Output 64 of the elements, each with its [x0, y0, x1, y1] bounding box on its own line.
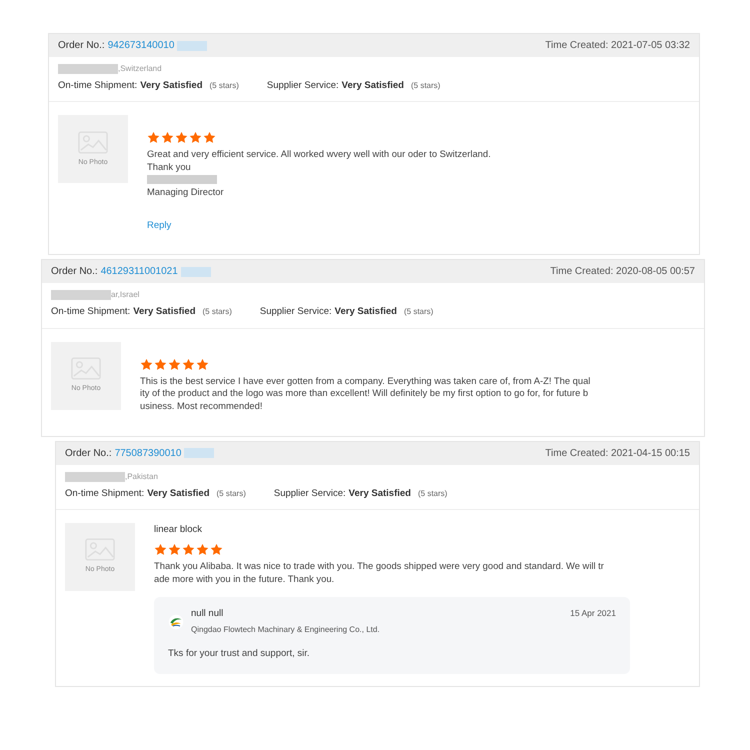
- redaction-mark: [147, 175, 217, 184]
- rating-label: Supplier Service:: [260, 305, 332, 320]
- supplier-name: null null: [191, 607, 224, 621]
- time-created: Time Created: 2021-07-05 03:32: [545, 39, 690, 53]
- reply-date: 15 Apr 2021: [570, 607, 616, 620]
- redaction-mark: [51, 290, 111, 300]
- order-label: Order No.:: [51, 265, 98, 280]
- buyer-location: ,Switzerland: [118, 63, 162, 75]
- star-icon: [196, 358, 209, 370]
- redaction-mark: [58, 64, 118, 74]
- company-name: Qingdao Flowtech Machinary & Engineering Co., Ltd.: [191, 624, 380, 636]
- star-icon: [175, 131, 188, 144]
- time-created: Time Created: 2020-08-05 00:57: [550, 265, 695, 280]
- star-count: (5 stars): [216, 488, 246, 500]
- star-icon: [154, 543, 167, 556]
- redaction-mark: [184, 448, 214, 458]
- star-icon: [147, 131, 160, 144]
- rating-value: Very Satisfied: [342, 79, 404, 93]
- star-icon: [189, 131, 202, 144]
- star-icon: [182, 543, 195, 556]
- reply-link[interactable]: Reply: [147, 218, 599, 233]
- order-number-link[interactable]: 775087390010: [114, 446, 182, 460]
- redaction-mark: [65, 472, 125, 482]
- company-logo-icon: [168, 614, 184, 630]
- order-number-link[interactable]: 46129311001021: [100, 264, 178, 280]
- star-count: (5 stars): [404, 306, 434, 318]
- buyer-location: ar,Israel: [111, 289, 140, 302]
- order-number-link[interactable]: 942673140010: [108, 38, 174, 53]
- reviewer-name: linear block: [154, 522, 204, 537]
- rating-value: Very Satisfied: [334, 305, 397, 320]
- order-label: Order No.:: [58, 39, 105, 53]
- star-icon: [210, 543, 223, 556]
- star-icon: [168, 358, 181, 370]
- reply-text: Tks for your trust and support, sir.: [168, 647, 310, 662]
- star-icon: [196, 543, 209, 556]
- star-count: (5 stars): [202, 306, 232, 318]
- order-label: Order No.:: [65, 446, 112, 460]
- buyer-location: ,Pakistan: [125, 470, 158, 482]
- star-icon: [182, 358, 195, 370]
- rating-label: On-time Shipment:: [58, 79, 138, 93]
- rating-value: Very Satisfied: [133, 305, 196, 320]
- star-icon: [140, 358, 153, 370]
- review-text: Thank you: [147, 160, 192, 174]
- star-count: (5 stars): [210, 80, 239, 92]
- star-count: (5 stars): [418, 488, 448, 500]
- rating-label: Supplier Service:: [266, 79, 339, 93]
- star-count: (5 stars): [410, 80, 440, 92]
- rating-value: Very Satisfied: [147, 486, 210, 500]
- star-icon: [168, 543, 181, 556]
- rating-label: On-time Shipment:: [51, 305, 130, 320]
- star-icon: [203, 131, 216, 144]
- star-icon: [154, 358, 167, 370]
- star-icon: [161, 131, 174, 144]
- rating-label: Supplier Service:: [274, 486, 346, 500]
- review-text: Managing Director: [147, 186, 225, 199]
- time-created: Time Created: 2021-04-15 00:15: [545, 446, 690, 460]
- redaction-mark: [180, 266, 211, 277]
- review-text: Thank you Alibaba. It was nice to trade with you. The goods shipped were very good and standard. We will trade more with you in the future. Thank you.: [154, 560, 605, 585]
- redaction-mark: [177, 40, 208, 50]
- rating-value: Very Satisfied: [348, 486, 411, 500]
- rating-label: On-time Shipment:: [65, 486, 144, 500]
- review-text: Great and very efficient service. All worked wvery well with our oder to Switzerland.: [147, 148, 492, 161]
- review-text: This is the best service I have ever gotten from a company. Everything was taken care of, from A-Z! The quality of the product and the logo was more than excellent! Will definitely be my first option to go for, for future business. Most recommended!: [140, 374, 592, 412]
- rating-value: Very Satisfied: [140, 79, 203, 93]
